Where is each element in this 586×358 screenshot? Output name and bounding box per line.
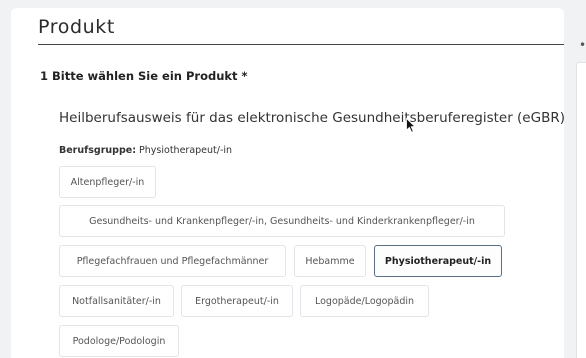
- chip-altenpfleger[interactable]: Altenpfleger/-in: [59, 166, 156, 198]
- product-name: Heilberufsausweis für das elektronische …: [59, 110, 565, 126]
- chip-label: Podologe/Podologin: [72, 335, 166, 347]
- chip-hebamme[interactable]: Hebamme: [294, 245, 366, 277]
- section-title: Produkt: [38, 16, 115, 38]
- chip-label: Hebamme: [305, 255, 355, 267]
- chip-pflegefachfrauen[interactable]: Pflegefachfrauen und Pflegefachmänner: [59, 245, 286, 277]
- chip-label: Ergotherapeut/-in: [195, 295, 279, 307]
- chip-podologe[interactable]: Podologe/Podologin: [59, 325, 179, 357]
- chip-label: Logopäde/Logopädin: [314, 295, 415, 307]
- chip-label: Notfallsanitäter/-in: [72, 295, 161, 307]
- page: Produkt • 1 Bitte wählen Sie ein Produkt…: [0, 0, 586, 358]
- question-label: 1 Bitte wählen Sie ein Produkt *: [40, 69, 248, 83]
- chip-gesundheits-krankenpfleger[interactable]: Gesundheits- und Krankenpfleger/-in, Ges…: [59, 205, 505, 237]
- chip-label: Gesundheits- und Krankenpfleger/-in, Ges…: [89, 215, 475, 227]
- chip-notfallsanitaeter[interactable]: Notfallsanitäter/-in: [59, 285, 174, 317]
- berufsgruppe-value: Physiotherapeut/-in: [139, 145, 233, 156]
- berufsgruppe-label: Berufsgruppe:: [59, 145, 137, 156]
- mouse-pointer-icon: [406, 118, 416, 133]
- title-divider: [38, 44, 564, 45]
- edge-dot: •: [579, 38, 586, 52]
- chip-physiotherapeut[interactable]: Physiotherapeut/-in: [374, 245, 502, 277]
- berufsgruppe-line: Berufsgruppe: Physiotherapeut/-in: [59, 145, 232, 156]
- side-panel: [576, 62, 586, 358]
- chip-label: Physiotherapeut/-in: [384, 255, 492, 267]
- chip-ergotherapeut[interactable]: Ergotherapeut/-in: [181, 285, 293, 317]
- chip-label: Altenpfleger/-in: [70, 176, 145, 188]
- chip-logopaede[interactable]: Logopäde/Logopädin: [300, 285, 429, 317]
- chip-label: Pflegefachfrauen und Pflegefachmänner: [76, 255, 269, 267]
